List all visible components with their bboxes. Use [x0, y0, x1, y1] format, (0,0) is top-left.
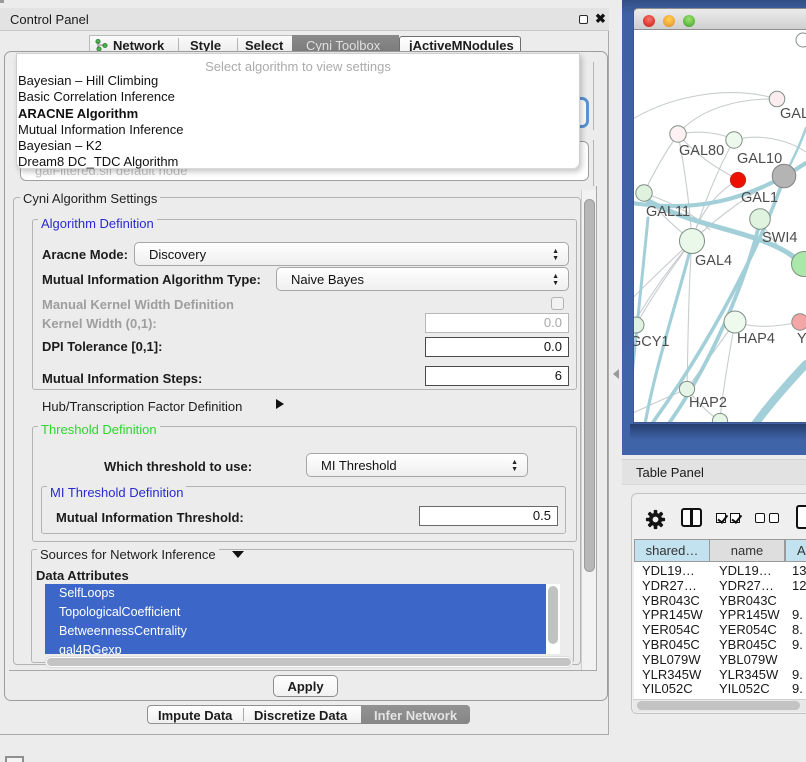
- svg-text:HAP2: HAP2: [689, 395, 727, 411]
- svg-text:GAL10: GAL10: [737, 151, 782, 167]
- svg-text:GAL11: GAL11: [646, 204, 690, 220]
- svg-text:GAL4: GAL4: [695, 253, 732, 269]
- svg-text:GAL80: GAL80: [679, 143, 724, 159]
- svg-text:HAP4: HAP4: [737, 331, 775, 347]
- svg-text:GAL: GAL: [780, 106, 806, 122]
- svg-text:Y: Y: [797, 331, 806, 347]
- svg-text:GCY1: GCY1: [634, 334, 670, 350]
- svg-text:SWI4: SWI4: [762, 230, 797, 246]
- svg-text:GAL1: GAL1: [741, 190, 778, 206]
